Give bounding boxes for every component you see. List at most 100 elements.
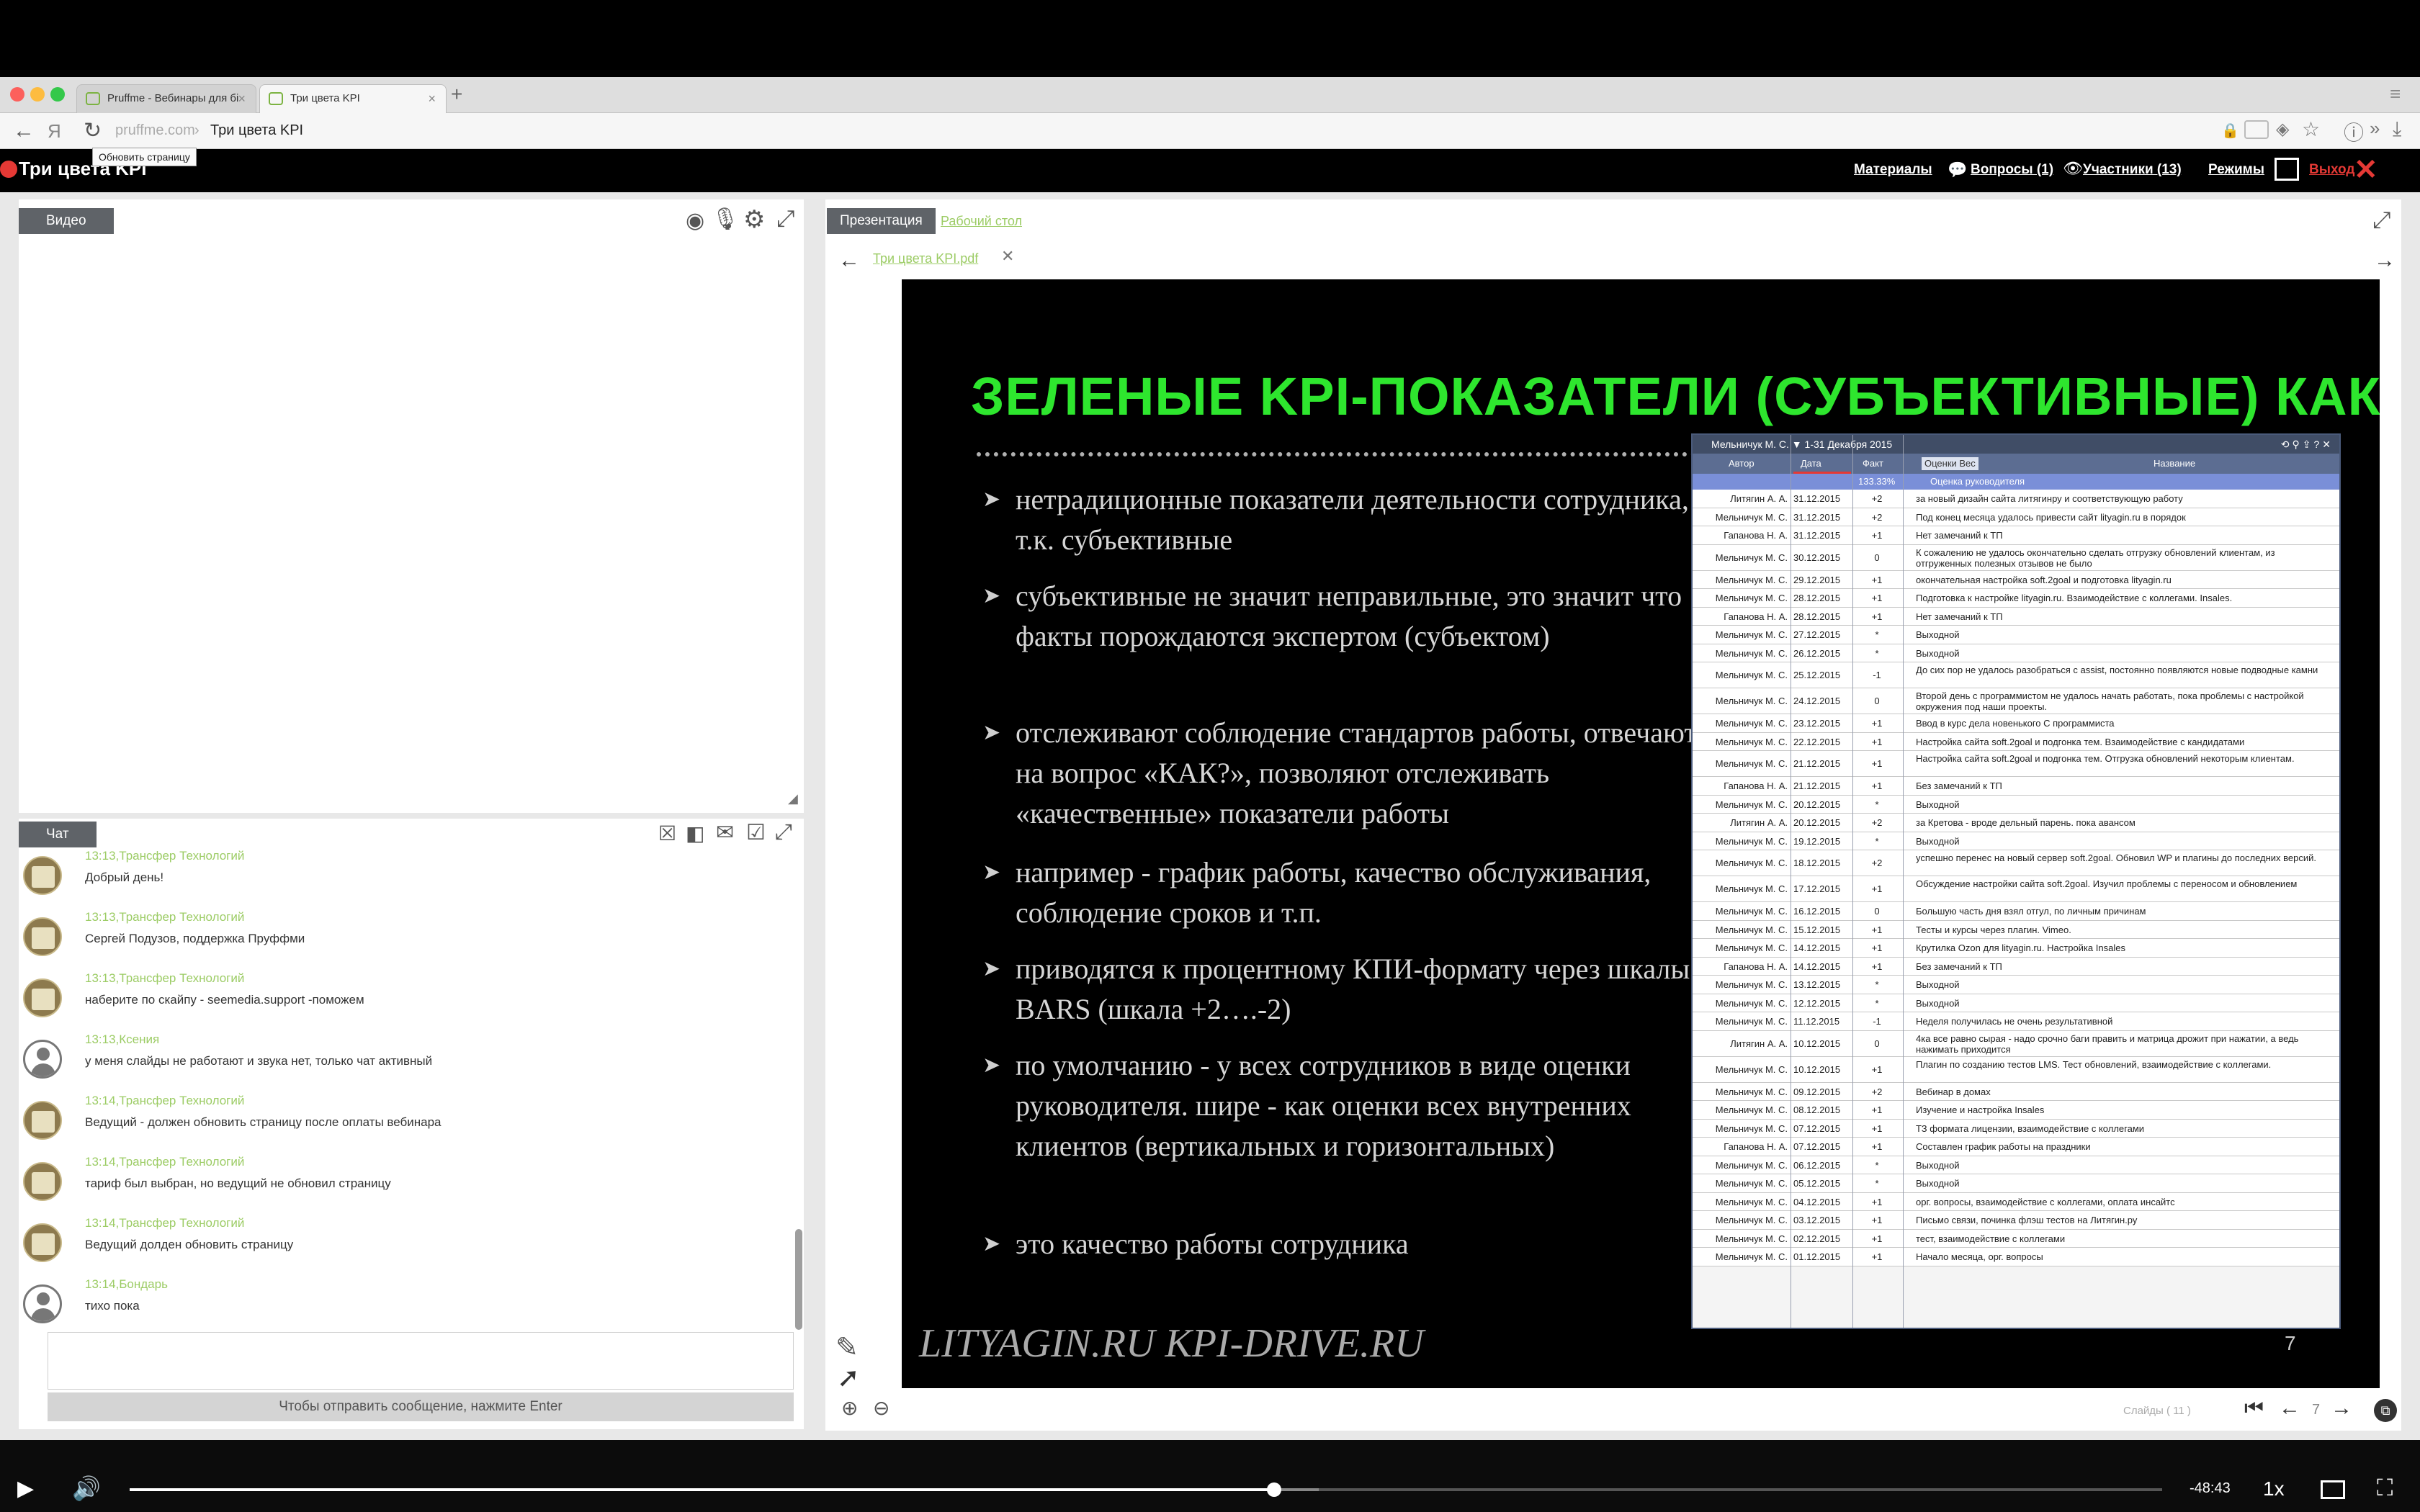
resize-handle-icon[interactable]: ◢ (788, 791, 798, 806)
layout-icon[interactable] (2275, 158, 2299, 181)
url-host[interactable]: pruffme.com (115, 122, 195, 139)
bullet-arrow-icon: ➤ (982, 957, 1001, 981)
new-tab-icon[interactable]: + (451, 83, 462, 106)
kpi-text: тест, взаимодействие с коллегами (1916, 1233, 2066, 1244)
prev-slide-icon[interactable]: ← (2279, 1396, 2300, 1421)
message-meta: 13:14,Трансфер Технологий (85, 1155, 245, 1169)
video-tab[interactable]: Видео (19, 208, 114, 234)
close-icon[interactable]: ✕ (2354, 153, 2378, 186)
webcam-icon[interactable]: ◉ (686, 208, 704, 233)
protect-icon[interactable]: ◈ (2276, 119, 2289, 140)
exit-link[interactable]: Выход (2309, 162, 2354, 178)
kpi-fact: * (1875, 798, 1879, 810)
prev-file-arrow-icon[interactable]: ← (838, 248, 860, 273)
modes-link[interactable]: Режимы (2208, 162, 2264, 178)
kpi-author: Мельничук М. С. (1715, 1178, 1788, 1189)
expand-icon[interactable]: ⤢ (2372, 207, 2391, 234)
video-progress-knob[interactable] (1266, 1482, 1281, 1497)
kpi-row: Мельничук М. С. 18.12.2015 +2 успешно перен… (1693, 850, 2339, 876)
kpi-fact: 0 (1874, 696, 1880, 706)
chat-tab[interactable]: Чат (19, 822, 97, 847)
gear-icon[interactable]: ⚙ (743, 205, 765, 234)
questions-link[interactable]: Вопросы (1) (1971, 162, 2053, 178)
kpi-date: 10.12.2015 (1793, 1038, 1841, 1049)
lock-icon[interactable]: 🔒 (2221, 122, 2239, 140)
star-icon[interactable]: ☆ (2302, 117, 2320, 141)
kpi-author: Мельничук М. С. (1715, 1104, 1788, 1115)
kpi-author: Мельничук М. С. (1715, 670, 1788, 680)
close-file-icon[interactable]: ✕ (1001, 247, 1014, 266)
window-close-dot[interactable] (10, 87, 24, 102)
screen-share-icon[interactable]: ⧉ (2374, 1399, 2397, 1422)
play-icon[interactable]: ▶ (17, 1476, 34, 1501)
expand-icon[interactable]: ⤢ (776, 205, 795, 233)
export-icon[interactable]: ◧ (686, 822, 704, 845)
volume-icon[interactable]: 🔊 (72, 1475, 101, 1502)
message-meta: 13:13,Трансфер Технологий (85, 971, 245, 985)
kpi-fact: 0 (1874, 1038, 1880, 1049)
kpi-text: Вебинар в домах (1916, 1086, 1991, 1097)
picture-in-picture-icon[interactable] (2321, 1480, 2345, 1499)
video-progress-bar[interactable] (130, 1482, 2162, 1497)
mail-icon[interactable]: ✉ (716, 820, 734, 845)
url-page-title[interactable]: Три цвета KPI (210, 122, 303, 139)
fullscreen-icon[interactable]: ⛶ (2377, 1475, 2393, 1502)
kpi-fact: * (1875, 647, 1879, 659)
next-file-arrow-icon[interactable]: → (2374, 248, 2396, 273)
slide-bullet: ➤ приводятся к процентному КПИ-формату че… (982, 949, 1703, 1030)
tab-view-icon[interactable] (2244, 120, 2269, 139)
close-icon[interactable]: × (238, 85, 246, 112)
kpi-author: Гапанова Н. А. (1724, 611, 1788, 622)
check-icon[interactable]: ☑ (746, 820, 766, 845)
kpi-text: Крутилка Ozon для lityagin.ru. Настройка… (1916, 942, 2125, 953)
browser-tab-kpi[interactable]: Три цвета KPI × (259, 84, 447, 113)
kpi-fact: +1 (1871, 924, 1883, 935)
next-slide-icon[interactable]: → (2331, 1396, 2352, 1421)
back-arrow-icon[interactable]: ← (13, 119, 35, 143)
file-name-link[interactable]: Три цвета KPI.pdf (873, 251, 978, 266)
kpi-text: Письмо связи, починка флэш тестов на Лит… (1916, 1215, 2138, 1225)
tab-presentation[interactable]: Презентация (827, 208, 936, 234)
zoom-out-icon[interactable]: ⊖ (873, 1396, 889, 1420)
chat-input[interactable] (48, 1332, 794, 1390)
info-icon[interactable]: ⓘ (2344, 117, 2364, 146)
pencil-icon[interactable]: ✎ (835, 1331, 859, 1364)
kpi-date: 17.12.2015 (1793, 883, 1841, 894)
reload-icon[interactable]: ↻ (84, 119, 102, 143)
yandex-icon[interactable]: Я (48, 119, 61, 143)
kpi-author: Гапанова Н. А. (1724, 1141, 1788, 1152)
kpi-fact: * (1875, 629, 1879, 640)
participants-link[interactable]: Участники (13) (2083, 162, 2182, 178)
menu-icon[interactable]: ≡ (2390, 83, 2401, 105)
kpi-author: Мельничук М. С. (1715, 798, 1788, 810)
zoom-in-icon[interactable]: ⊕ (841, 1396, 858, 1420)
kpi-author: Мельничук М. С. (1715, 858, 1788, 868)
kpi-date: 30.12.2015 (1793, 552, 1841, 563)
clear-chat-icon[interactable]: ☒ (658, 822, 676, 845)
materials-link[interactable]: Материалы (1854, 162, 1932, 178)
window-zoom-dot[interactable] (50, 87, 65, 102)
pruffme-favicon-icon (86, 92, 100, 105)
kpi-date: 31.12.2015 (1793, 493, 1841, 504)
kpi-author: Литягин А. А. (1730, 493, 1788, 504)
chat-message-list[interactable]: 13:13,Трансфер Технологий Добрый день! 1… (19, 849, 789, 1338)
kpi-text: Без замечаний к ТП (1916, 960, 2002, 972)
kpi-date: 01.12.2015 (1793, 1251, 1841, 1262)
kpi-author: Мельничук М. С. (1715, 593, 1788, 603)
download-icon[interactable]: ⤓ (2393, 117, 2401, 141)
close-icon[interactable]: × (428, 85, 436, 112)
microphone-icon[interactable]: 🎙 (712, 207, 739, 232)
kpi-row: Мельничук М. С. 03.12.2015 +1 Письмо связи,… (1693, 1211, 2339, 1230)
more-icon[interactable]: » (2370, 117, 2380, 140)
browser-tab-pruffme[interactable]: Pruffme - Вебинары для бі × (76, 84, 256, 113)
tab-desktop[interactable]: Рабочий стол (941, 208, 1022, 234)
chat-scrollbar[interactable] (795, 1229, 802, 1330)
kpi-date: 14.12.2015 (1793, 960, 1841, 972)
pointer-icon[interactable]: ➚ (837, 1362, 860, 1394)
first-slide-icon[interactable]: ⏮ (2244, 1396, 2264, 1421)
expand-icon[interactable]: ⤢ (775, 820, 792, 845)
current-slide-number[interactable]: 7 (2312, 1402, 2320, 1418)
window-minimize-dot[interactable] (30, 87, 45, 102)
kpi-text: Нет замечаний к ТП (1916, 530, 2003, 541)
playback-speed-button[interactable]: 1x (2263, 1477, 2285, 1500)
